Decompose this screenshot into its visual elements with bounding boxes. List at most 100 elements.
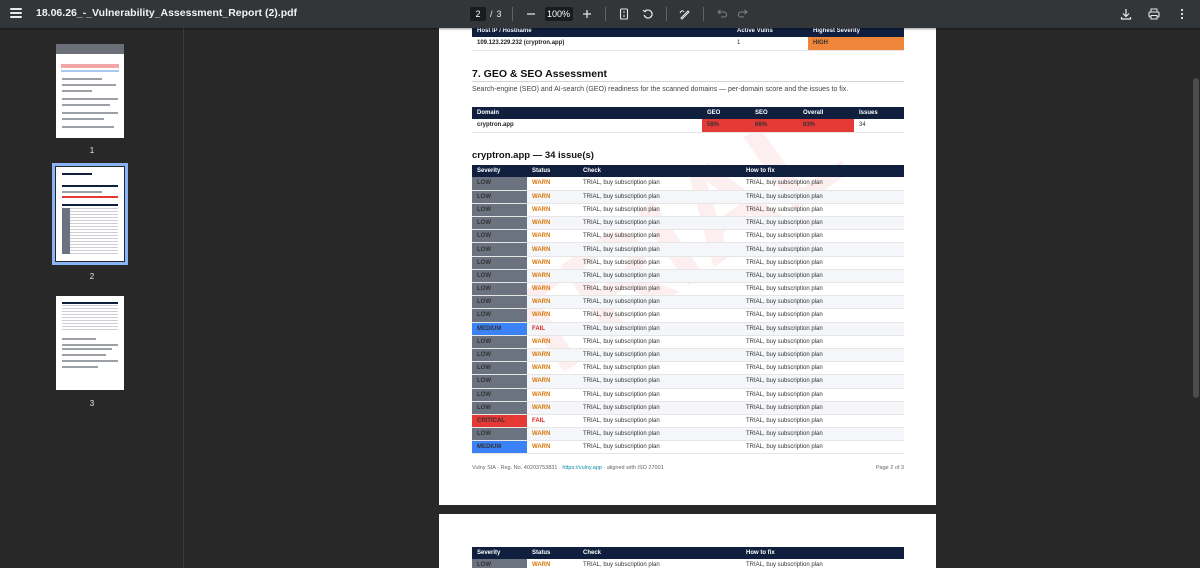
section-title: 7. GEO & SEO Assessment <box>472 68 607 80</box>
column-header: Status <box>527 165 578 177</box>
fix-cell: TRIAL, buy subscription plan <box>741 361 904 376</box>
rotate-icon[interactable] <box>640 6 656 22</box>
right-toolbar <box>1118 0 1190 28</box>
more-options-icon[interactable] <box>1174 6 1190 22</box>
seo-score: 66% <box>750 119 798 133</box>
severity-badge: LOW <box>472 374 527 389</box>
table-row: LOW WARN TRIAL, buy subscription plan TRIAL… <box>472 427 904 442</box>
fix-cell: TRIAL, buy subscription plan <box>741 348 904 363</box>
column-header: SEO <box>750 107 798 119</box>
geo-score-table: Domain GEO SEO Overall Issues cryptron.a… <box>472 107 904 133</box>
check-cell: TRIAL, buy subscription plan <box>578 322 741 336</box>
status-cell: WARN <box>527 282 578 297</box>
fix-cell: TRIAL, buy subscription plan <box>741 269 904 284</box>
table-row: LOW WARN TRIAL, buy subscription plan TRIAL… <box>472 361 904 376</box>
overall-score: 63% <box>798 119 854 133</box>
status-cell: WARN <box>527 388 578 402</box>
zoom-out-icon[interactable] <box>523 6 539 22</box>
severity-badge: MEDIUM <box>472 440 527 455</box>
table-row: cryptron.app 58% 66% 63% 34 <box>472 119 904 133</box>
column-header: How to fix <box>741 547 904 559</box>
table-row: MEDIUM FAIL TRIAL, buy subscription plan TR… <box>472 322 904 336</box>
severity-badge: HIGH <box>808 37 904 51</box>
check-cell: TRIAL, buy subscription plan <box>578 308 741 323</box>
document-viewer[interactable]: TRIAL Host IP / Hostname Active Vulns Hi… <box>185 28 1200 568</box>
pdf-toolbar: 18.06.26_-_Vulnerability_Assessment_Repo… <box>0 0 1200 28</box>
status-cell: WARN <box>527 559 578 568</box>
pdf-page: TRIAL Host IP / Hostname Active Vulns Hi… <box>439 28 936 505</box>
status-cell: WARN <box>527 348 578 363</box>
fix-cell: TRIAL, buy subscription plan <box>741 388 904 402</box>
status-cell: WARN <box>527 256 578 270</box>
fix-cell: TRIAL, buy subscription plan <box>741 177 904 191</box>
download-icon[interactable] <box>1118 6 1134 22</box>
redo-icon[interactable] <box>736 6 752 22</box>
fix-cell: TRIAL, buy subscription plan <box>741 203 904 218</box>
table-row: LOW WARN TRIAL, buy subscription plan TRIAL… <box>472 177 904 191</box>
section-description: Search-engine (SEO) and AI-search (GEO) … <box>472 86 849 93</box>
fix-cell: TRIAL, buy subscription plan <box>741 242 904 257</box>
table-row: LOW WARN TRIAL, buy subscription plan TRIAL… <box>472 374 904 389</box>
fix-cell: TRIAL, buy subscription plan <box>741 282 904 297</box>
status-cell: FAIL <box>527 322 578 336</box>
severity-badge: LOW <box>472 361 527 376</box>
footer-link[interactable]: https://vulny.app <box>562 465 602 471</box>
table-row: LOW WARN TRIAL, buy subscription plan TRIAL… <box>472 295 904 310</box>
column-header: Check <box>578 547 741 559</box>
fit-page-icon[interactable] <box>616 6 632 22</box>
fix-cell: TRIAL, buy subscription plan <box>741 401 904 415</box>
zoom-input[interactable]: 100% <box>544 7 573 21</box>
undo-icon[interactable] <box>714 6 730 22</box>
severity-badge: LOW <box>472 282 527 297</box>
check-cell: TRIAL, buy subscription plan <box>578 295 741 310</box>
file-title: 18.06.26_-_Vulnerability_Assessment_Repo… <box>36 7 298 19</box>
page-thumbnail-2[interactable] <box>52 163 128 265</box>
table-row: 109.123.229.232 (cryptron.app) 1 HIGH <box>472 37 904 51</box>
fix-cell: TRIAL, buy subscription plan <box>741 322 904 336</box>
status-cell: WARN <box>527 427 578 442</box>
table-row: LOW WARN TRIAL, buy subscription plan TRIAL… <box>472 242 904 257</box>
table-row: LOW WARN TRIAL, buy subscription plan TRIAL… <box>472 335 904 349</box>
annotate-icon[interactable] <box>677 6 693 22</box>
vertical-scrollbar[interactable] <box>1193 28 1199 568</box>
status-cell: WARN <box>527 295 578 310</box>
page-thumbnail-1[interactable] <box>56 44 124 138</box>
table-row: LOW WARN TRIAL, buy subscription plan TR… <box>472 559 904 568</box>
zoom-in-icon[interactable] <box>579 6 595 22</box>
table-row: LOW WARN TRIAL, buy subscription plan TRIAL… <box>472 256 904 270</box>
footer-company: Vulny SIA · Reg. No. 40203753831 · <box>472 465 563 471</box>
thumbnail-sidebar: 1 2 3 <box>0 28 184 568</box>
column-header: Severity <box>472 547 527 559</box>
scroll-thumb[interactable] <box>1193 78 1199 398</box>
check-cell: TRIAL, buy subscription plan <box>578 190 741 204</box>
severity-badge: CRITICAL <box>472 414 527 429</box>
column-header: Active Vulns <box>732 28 808 37</box>
status-cell: WARN <box>527 190 578 204</box>
page-thumbnail-3[interactable] <box>56 296 124 390</box>
status-cell: WARN <box>527 374 578 389</box>
fix-cell: TRIAL, buy subscription plan <box>741 427 904 442</box>
table-row: LOW WARN TRIAL, buy subscription plan TRIAL… <box>472 348 904 363</box>
host-cell: 109.123.229.232 (cryptron.app) <box>472 37 732 51</box>
menu-icon[interactable] <box>10 8 22 18</box>
table-row: MEDIUM WARN TRIAL, buy subscription plan TR… <box>472 440 904 455</box>
page-number-input[interactable]: 2 <box>470 7 486 21</box>
check-cell: TRIAL, buy subscription plan <box>578 256 741 270</box>
check-cell: TRIAL, buy subscription plan <box>578 216 741 231</box>
severity-badge: LOW <box>472 308 527 323</box>
status-cell: WARN <box>527 361 578 376</box>
footer-suffix: · aligned with ISO 27001 <box>601 465 664 471</box>
check-cell: TRIAL, buy subscription plan <box>578 388 741 402</box>
status-cell: FAIL <box>527 414 578 429</box>
domain-cell: cryptron.app <box>472 119 702 133</box>
check-cell: TRIAL, buy subscription plan <box>578 348 741 363</box>
pdf-page: Severity Status Check How to fix LOW WAR… <box>439 514 936 568</box>
check-cell: TRIAL, buy subscription plan <box>578 335 741 349</box>
status-cell: WARN <box>527 269 578 284</box>
print-icon[interactable] <box>1146 6 1162 22</box>
status-cell: WARN <box>527 308 578 323</box>
column-header: Check <box>578 165 741 177</box>
status-cell: WARN <box>527 440 578 455</box>
severity-badge: LOW <box>472 229 527 244</box>
column-header: Severity <box>472 165 527 177</box>
